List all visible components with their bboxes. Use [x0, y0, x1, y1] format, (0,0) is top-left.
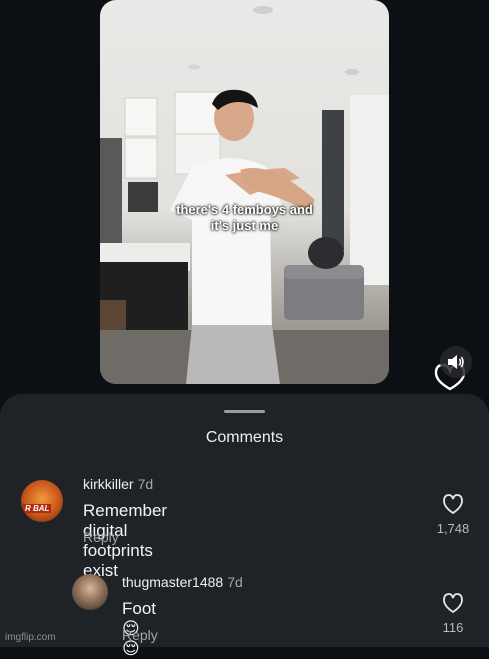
reply-button[interactable]: Reply — [122, 627, 158, 643]
video-caption: there's 4 femboys and it's just me — [100, 202, 389, 234]
avatar-badge-text: R BAL — [23, 504, 52, 513]
comments-sheet: Comments — [0, 394, 489, 647]
like-count: 116 — [442, 620, 464, 635]
like-count: 1,748 — [436, 521, 470, 536]
caption-line-2: it's just me — [210, 218, 279, 233]
video-frame-scene — [100, 6, 389, 384]
comment-age: 7d — [227, 574, 243, 590]
comment-age: 7d — [137, 476, 154, 492]
comment-like[interactable]: 116 — [428, 593, 478, 635]
speaker-volume-icon — [448, 355, 464, 369]
username-text[interactable]: kirkkiller — [83, 476, 134, 492]
comment-username[interactable]: kirkkiller 7d — [83, 476, 153, 492]
comments-title: Comments — [205, 429, 284, 446]
username-text[interactable]: thugmaster1488 — [122, 574, 223, 590]
heart-icon[interactable] — [442, 593, 464, 614]
heart-icon[interactable] — [442, 494, 464, 515]
comment-like[interactable]: 1,748 — [428, 494, 478, 536]
caption-line-1: there's 4 femboys and — [176, 202, 313, 217]
sound-toggle-button[interactable] — [440, 346, 472, 378]
sheet-drag-handle[interactable] — [224, 410, 265, 413]
avatar[interactable] — [72, 574, 108, 610]
reply-button[interactable]: Reply — [83, 529, 119, 545]
avatar[interactable]: R BAL — [21, 480, 63, 522]
comment-username[interactable]: thugmaster1488 7d — [122, 574, 243, 590]
watermark: imgflip.com — [5, 632, 56, 643]
video-player[interactable]: there's 4 femboys and it's just me — [100, 0, 389, 384]
